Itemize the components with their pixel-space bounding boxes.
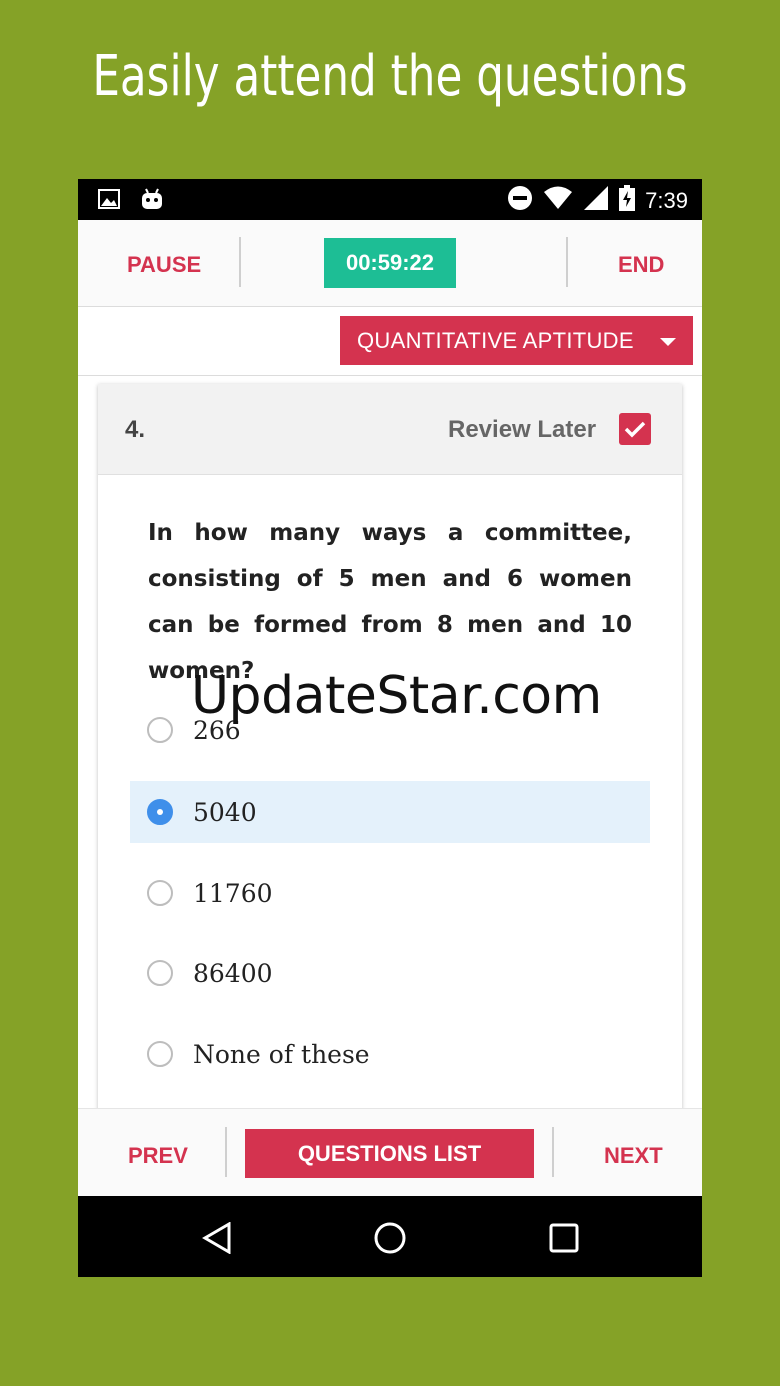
top-bar: PAUSE 00:59:22 END (78, 220, 702, 307)
image-icon (98, 189, 120, 214)
pause-button[interactable]: PAUSE (121, 251, 207, 279)
option-label: 5040 (193, 797, 257, 827)
questions-list-button[interactable]: QUESTIONS LIST (245, 1129, 534, 1178)
end-button[interactable]: END (612, 251, 670, 279)
caret-down-icon (660, 338, 676, 346)
divider (566, 237, 568, 287)
option-item[interactable]: 5040 (130, 781, 650, 843)
signal-icon (583, 185, 609, 216)
dnd-icon (507, 185, 533, 216)
divider (225, 1127, 227, 1177)
headline: Easily attend the questions (92, 44, 688, 109)
option-label: 86400 (193, 958, 273, 988)
section-dropdown[interactable]: QUANTITATIVE APTITUDE (340, 316, 693, 365)
radio-button[interactable] (147, 717, 173, 743)
question-header: 4. Review Later (98, 384, 682, 475)
radio-button[interactable] (147, 1041, 173, 1067)
question-card: 4. Review Later In how many ways a commi… (98, 384, 682, 1124)
bottom-bar: PREV QUESTIONS LIST NEXT (78, 1108, 702, 1197)
status-time: 7:39 (645, 187, 688, 213)
home-icon[interactable] (373, 1221, 407, 1260)
section-bar: QUANTITATIVE APTITUDE (78, 307, 702, 376)
option-item[interactable]: 11760 (130, 862, 650, 924)
prev-button[interactable]: PREV (122, 1142, 194, 1170)
review-later-label: Review Later (448, 416, 597, 443)
recents-icon[interactable] (549, 1223, 579, 1258)
timer: 00:59:22 (324, 238, 456, 288)
review-later-checkbox[interactable] (619, 413, 651, 445)
radio-button[interactable] (147, 960, 173, 986)
radio-button[interactable] (147, 880, 173, 906)
phone-screen: 7:39 PAUSE 00:59:22 END QUANTITATIVE APT… (78, 179, 702, 1277)
system-nav-bar (78, 1196, 702, 1277)
wifi-icon (543, 186, 573, 215)
option-item[interactable]: None of these (130, 1023, 650, 1085)
option-label: 11760 (193, 878, 273, 908)
section-dropdown-label: QUANTITATIVE APTITUDE (357, 327, 634, 353)
divider (239, 237, 241, 287)
check-icon (624, 421, 646, 438)
option-label: None of these (193, 1039, 370, 1069)
option-item[interactable]: 86400 (130, 942, 650, 1004)
back-icon[interactable] (202, 1221, 232, 1259)
question-number: 4. (125, 416, 146, 443)
battery-icon (619, 185, 636, 216)
android-icon (140, 187, 164, 216)
divider (552, 1127, 554, 1177)
watermark: UpdateStar.com (191, 666, 602, 726)
radio-button[interactable] (147, 799, 173, 825)
status-bar: 7:39 (78, 179, 702, 220)
next-button[interactable]: NEXT (598, 1142, 669, 1170)
